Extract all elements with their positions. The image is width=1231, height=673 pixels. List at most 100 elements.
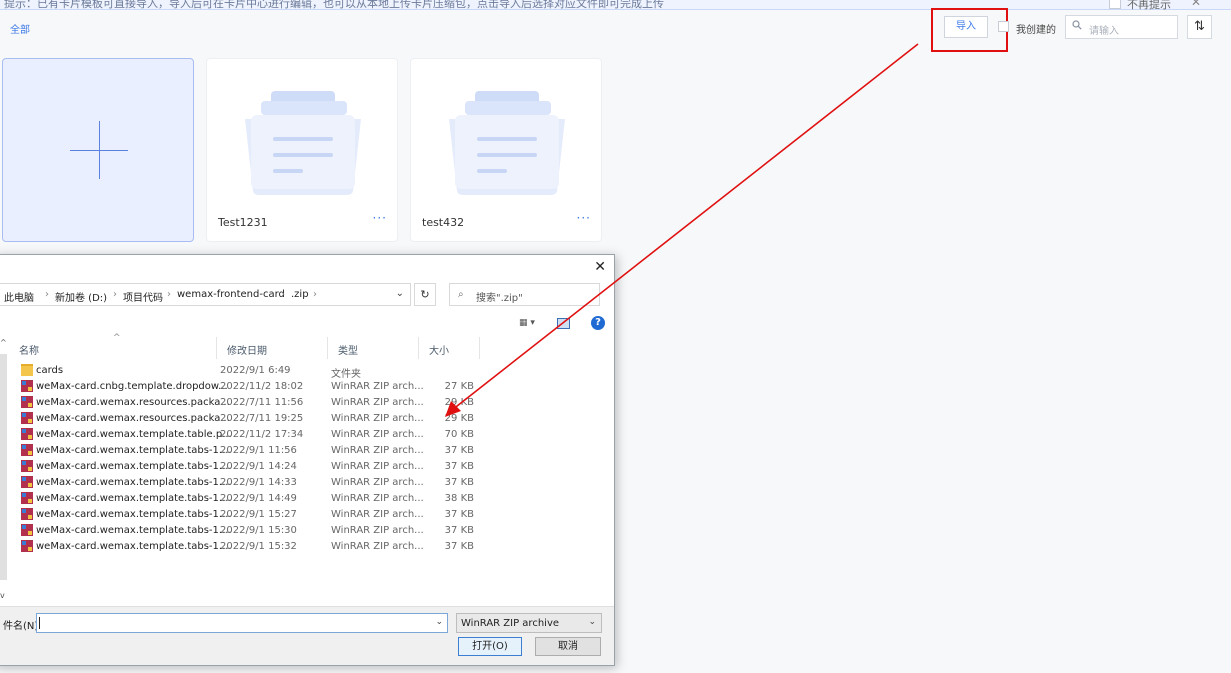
chevron-down-icon[interactable]: ⌄ bbox=[396, 288, 404, 299]
chevron-right-icon: › bbox=[167, 289, 171, 300]
file-type: WinRAR ZIP arch... bbox=[331, 381, 424, 392]
file-name: weMax-card.wemax.template.tabs-1.... bbox=[36, 477, 232, 488]
file-name: weMax-card.wemax.resources.packa... bbox=[36, 397, 230, 408]
column-header-size[interactable]: 大小 bbox=[419, 337, 480, 359]
nav-pane-scrollbar[interactable]: ^ v bbox=[0, 336, 9, 606]
preview-pane-icon[interactable] bbox=[557, 318, 570, 329]
search-icon: ⌕ bbox=[458, 289, 464, 300]
file-type: WinRAR ZIP arch... bbox=[331, 397, 424, 408]
file-row[interactable]: weMax-card.wemax.template.tabs-1.... 2022… bbox=[9, 523, 489, 539]
cancel-button[interactable]: 取消 bbox=[535, 637, 601, 656]
file-date: 2022/7/11 19:25 bbox=[220, 413, 304, 424]
zip-archive-icon bbox=[21, 380, 33, 392]
close-icon[interactable]: ✕ bbox=[1191, 0, 1201, 9]
folder-icon bbox=[21, 364, 33, 376]
breadcrumb-item[interactable]: 此电脑 bbox=[4, 289, 34, 304]
file-size: 37 KB bbox=[444, 461, 474, 472]
sort-ascending-icon: ^ bbox=[113, 333, 121, 343]
file-row[interactable]: weMax-card.wemax.template.tabs-1.... 2022… bbox=[9, 539, 489, 555]
card-name: test432 bbox=[422, 216, 465, 229]
file-type: 文件夹 bbox=[331, 369, 361, 380]
search-input[interactable]: 请输入 bbox=[1065, 15, 1178, 39]
zip-archive-icon bbox=[21, 396, 33, 408]
no-more-label: 不再提示 bbox=[1127, 0, 1171, 11]
file-type: WinRAR ZIP arch... bbox=[331, 525, 424, 536]
dialog-toolbar: ▦ ▾ ? bbox=[0, 312, 614, 336]
file-date: 2022/9/1 14:33 bbox=[220, 477, 297, 488]
file-row[interactable]: weMax-card.wemax.template.tabs-1.... 2022… bbox=[9, 459, 489, 475]
more-icon[interactable]: ··· bbox=[373, 211, 387, 225]
zip-archive-icon bbox=[21, 428, 33, 440]
file-size: 29 KB bbox=[444, 397, 474, 408]
breadcrumb-item[interactable]: 新加卷 (D:) bbox=[55, 289, 107, 304]
file-name: weMax-card.wemax.template.tabs-1.... bbox=[36, 493, 232, 504]
filetype-select[interactable]: WinRAR ZIP archive ⌄ bbox=[456, 613, 602, 633]
file-name: weMax-card.wemax.template.tabs-1.... bbox=[36, 541, 232, 552]
more-icon[interactable]: ··· bbox=[577, 211, 591, 225]
chevron-down-icon[interactable]: ⌄ bbox=[435, 617, 443, 627]
file-type: WinRAR ZIP arch... bbox=[331, 413, 424, 424]
file-date: 2022/11/2 18:02 bbox=[220, 381, 304, 392]
text-caret bbox=[39, 617, 40, 629]
file-size: 37 KB bbox=[444, 525, 474, 536]
zip-archive-icon bbox=[21, 476, 33, 488]
column-header-date[interactable]: 修改日期 bbox=[217, 337, 328, 359]
file-row[interactable]: weMax-card.wemax.template.tabs-1.... 2022… bbox=[9, 443, 489, 459]
file-size: 38 KB bbox=[444, 493, 474, 504]
card-item[interactable]: Test1231 ··· bbox=[206, 58, 398, 242]
import-button[interactable]: 导入 bbox=[944, 16, 988, 38]
file-type: WinRAR ZIP arch... bbox=[331, 445, 424, 456]
file-type: WinRAR ZIP arch... bbox=[331, 461, 424, 472]
file-row[interactable]: weMax-card.wemax.template.tabs-1.... 2022… bbox=[9, 491, 489, 507]
folder-row[interactable]: cards 2022/9/1 6:49 文件夹 bbox=[9, 363, 489, 380]
help-icon[interactable]: ? bbox=[591, 316, 605, 330]
new-card-button[interactable] bbox=[2, 58, 194, 242]
breadcrumb-item[interactable]: 项目代码 bbox=[123, 289, 163, 304]
file-type: WinRAR ZIP arch... bbox=[331, 541, 424, 552]
file-name: weMax-card.wemax.template.tabs-1.... bbox=[36, 445, 232, 456]
refresh-button[interactable]: ↻ bbox=[414, 283, 436, 306]
breadcrumb-item[interactable]: wemax-frontend-card bbox=[177, 289, 285, 300]
scrollbar-thumb[interactable] bbox=[0, 354, 7, 580]
scroll-up-icon[interactable]: ^ bbox=[0, 338, 7, 347]
breadcrumb-item[interactable]: .zip bbox=[291, 289, 309, 300]
file-size: 37 KB bbox=[444, 541, 474, 552]
open-button[interactable]: 打开(O) bbox=[458, 637, 522, 656]
file-size: 37 KB bbox=[444, 509, 474, 520]
file-list-header: 名称 ^ 修改日期 类型 大小 bbox=[9, 333, 499, 359]
tab-all[interactable]: 全部 bbox=[10, 21, 30, 36]
filename-input[interactable]: ⌄ bbox=[36, 613, 448, 633]
card-item[interactable]: test432 ··· bbox=[410, 58, 602, 242]
view-options-icon[interactable]: ▦ ▾ bbox=[519, 318, 535, 328]
zip-archive-icon bbox=[21, 444, 33, 456]
search-placeholder: 请输入 bbox=[1089, 26, 1119, 37]
file-type: WinRAR ZIP arch... bbox=[331, 509, 424, 520]
file-name: weMax-card.wemax.template.tabs-1.... bbox=[36, 525, 232, 536]
column-header-type[interactable]: 类型 bbox=[328, 337, 419, 359]
file-row[interactable]: weMax-card.cnbg.template.dropdow... 2022/… bbox=[9, 379, 489, 395]
file-date: 2022/11/2 17:34 bbox=[220, 429, 304, 440]
created-by-me-checkbox[interactable] bbox=[998, 21, 1009, 32]
file-date: 2022/9/1 11:56 bbox=[220, 445, 297, 456]
file-name: weMax-card.wemax.resources.packa... bbox=[36, 413, 230, 424]
file-size: 29 KB bbox=[444, 413, 474, 424]
file-row[interactable]: weMax-card.wemax.resources.packa... 2022/… bbox=[9, 411, 489, 427]
file-date: 2022/9/1 15:27 bbox=[220, 509, 297, 520]
file-row[interactable]: weMax-card.wemax.template.table.p... 2022… bbox=[9, 427, 489, 443]
close-icon[interactable]: ✕ bbox=[594, 259, 606, 275]
file-row[interactable]: weMax-card.wemax.template.tabs-1.... 2022… bbox=[9, 475, 489, 491]
zip-archive-icon bbox=[21, 460, 33, 472]
plus-icon-vertical bbox=[99, 121, 100, 179]
scroll-down-icon[interactable]: v bbox=[0, 591, 5, 600]
address-bar[interactable]: 此电脑 › 新加卷 (D:) › 项目代码 › wemax-frontend-c… bbox=[0, 283, 411, 306]
file-type: WinRAR ZIP arch... bbox=[331, 429, 424, 440]
file-row[interactable]: weMax-card.wemax.resources.packa... 2022/… bbox=[9, 395, 489, 411]
file-name: weMax-card.wemax.template.tabs-1.... bbox=[36, 461, 232, 472]
file-row[interactable]: weMax-card.wemax.template.tabs-1.... 2022… bbox=[9, 507, 489, 523]
file-date: 2022/9/1 14:24 bbox=[220, 461, 297, 472]
sort-button[interactable]: ⇅ bbox=[1187, 15, 1212, 39]
tip-banner-text: 提示：已有卡片模板可直接导入，导入后可在卡片中心进行编辑，也可以从本地上传卡片压… bbox=[4, 0, 664, 10]
folder-search-input[interactable]: ⌕ 搜索".zip" bbox=[449, 283, 600, 306]
no-more-checkbox[interactable] bbox=[1109, 0, 1121, 9]
zip-archive-icon bbox=[21, 540, 33, 552]
